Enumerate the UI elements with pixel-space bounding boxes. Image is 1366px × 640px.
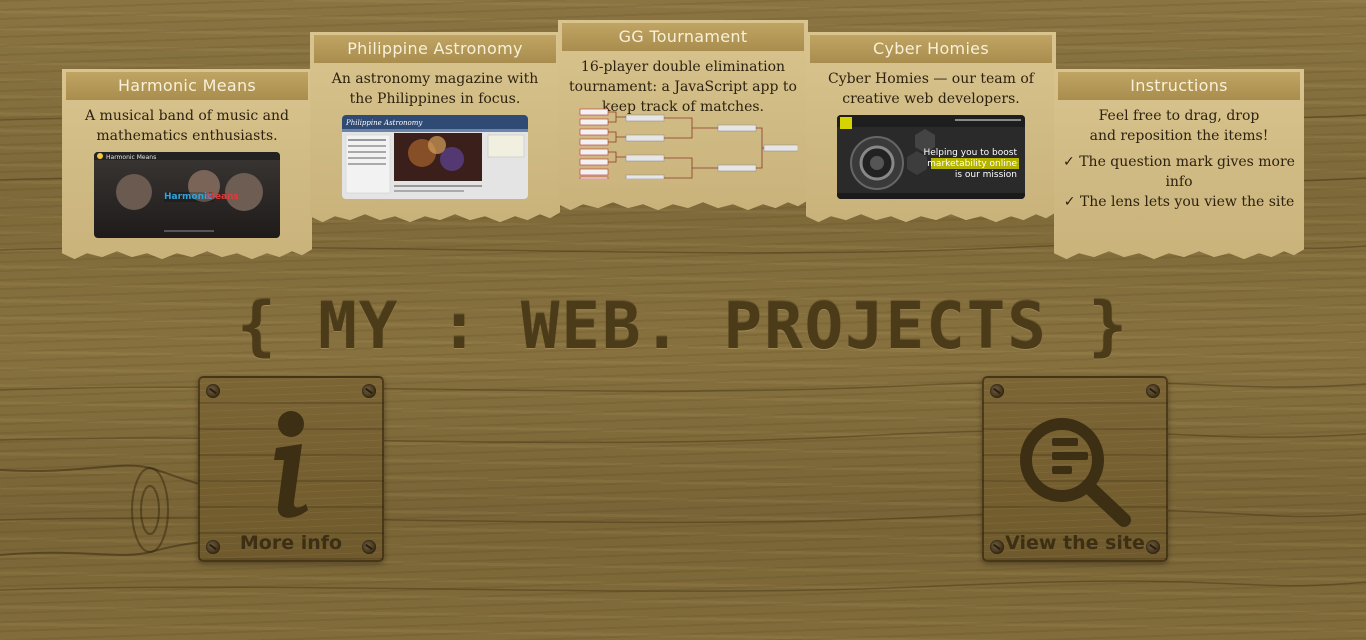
card-title: GG Tournament xyxy=(562,23,804,51)
card-title: Philippine Astronomy xyxy=(314,35,556,63)
instruction-item: ✓ The question mark gives more info xyxy=(1054,152,1304,192)
page-title: { MY : WEB. PROJECTS } xyxy=(237,290,1129,364)
gg-tournament-bracket-thumbnail xyxy=(568,99,798,179)
instruction-item: ✓ The lens lets you view the site xyxy=(1054,192,1304,212)
cyber-homies-thumbnail: Helping you to boost marketability onlin… xyxy=(837,115,1025,199)
card-description: An astronomy magazine with the Philippin… xyxy=(331,71,539,107)
instruction-text: The question mark gives more info xyxy=(1079,154,1295,190)
checkmark-icon: ✓ xyxy=(1063,154,1075,170)
thumb-logo-text: Harmonic Means xyxy=(106,154,156,161)
project-card-cyber-homies[interactable]: Cyber Homies Cyber Homies — our team of … xyxy=(806,32,1056,223)
thumb-site-title: Philippine Astronomy xyxy=(345,119,423,127)
more-info-button[interactable]: More info xyxy=(198,376,384,562)
instructions-text: Feel free to drag, drop and reposition t… xyxy=(1089,108,1269,144)
thumb-headline-3: is our mission xyxy=(955,170,1017,180)
checkmark-icon: ✓ xyxy=(1063,194,1076,210)
instruction-text: The lens lets you view the site xyxy=(1079,194,1295,210)
card-description: Cyber Homies — our team of creative web … xyxy=(828,71,1034,107)
view-site-button[interactable]: View the site xyxy=(982,376,1168,562)
thumb-headline-2: marketability online xyxy=(927,159,1017,169)
view-site-label: View the site xyxy=(1005,532,1145,554)
project-card-harmonic-means[interactable]: Harmonic Means A musical band of music a… xyxy=(62,69,312,260)
project-card-philippine-astronomy[interactable]: Philippine Astronomy An astronomy magazi… xyxy=(310,32,560,223)
philippine-astronomy-thumbnail: Philippine Astronomy xyxy=(342,115,528,199)
magnifier-icon xyxy=(1020,418,1131,527)
instructions-list: ✓ The question mark gives more info ✓ Th… xyxy=(1054,152,1304,212)
project-card-gg-tournament[interactable]: GG Tournament 16-player double eliminati… xyxy=(558,20,808,211)
info-icon xyxy=(274,411,308,518)
card-title: Harmonic Means xyxy=(66,72,308,100)
card-description: A musical band of music and mathematics … xyxy=(85,108,289,144)
card-title: Cyber Homies xyxy=(810,35,1052,63)
svg-text:Means: Means xyxy=(206,192,239,202)
thumb-headline-1: Helping you to boost xyxy=(923,148,1017,158)
instructions-card[interactable]: Instructions Feel free to drag, drop and… xyxy=(1054,69,1304,260)
more-info-label: More info xyxy=(239,532,343,554)
instructions-title: Instructions xyxy=(1058,72,1300,100)
harmonic-means-thumbnail: Harmonic Means Harmonic Means xyxy=(94,152,280,238)
